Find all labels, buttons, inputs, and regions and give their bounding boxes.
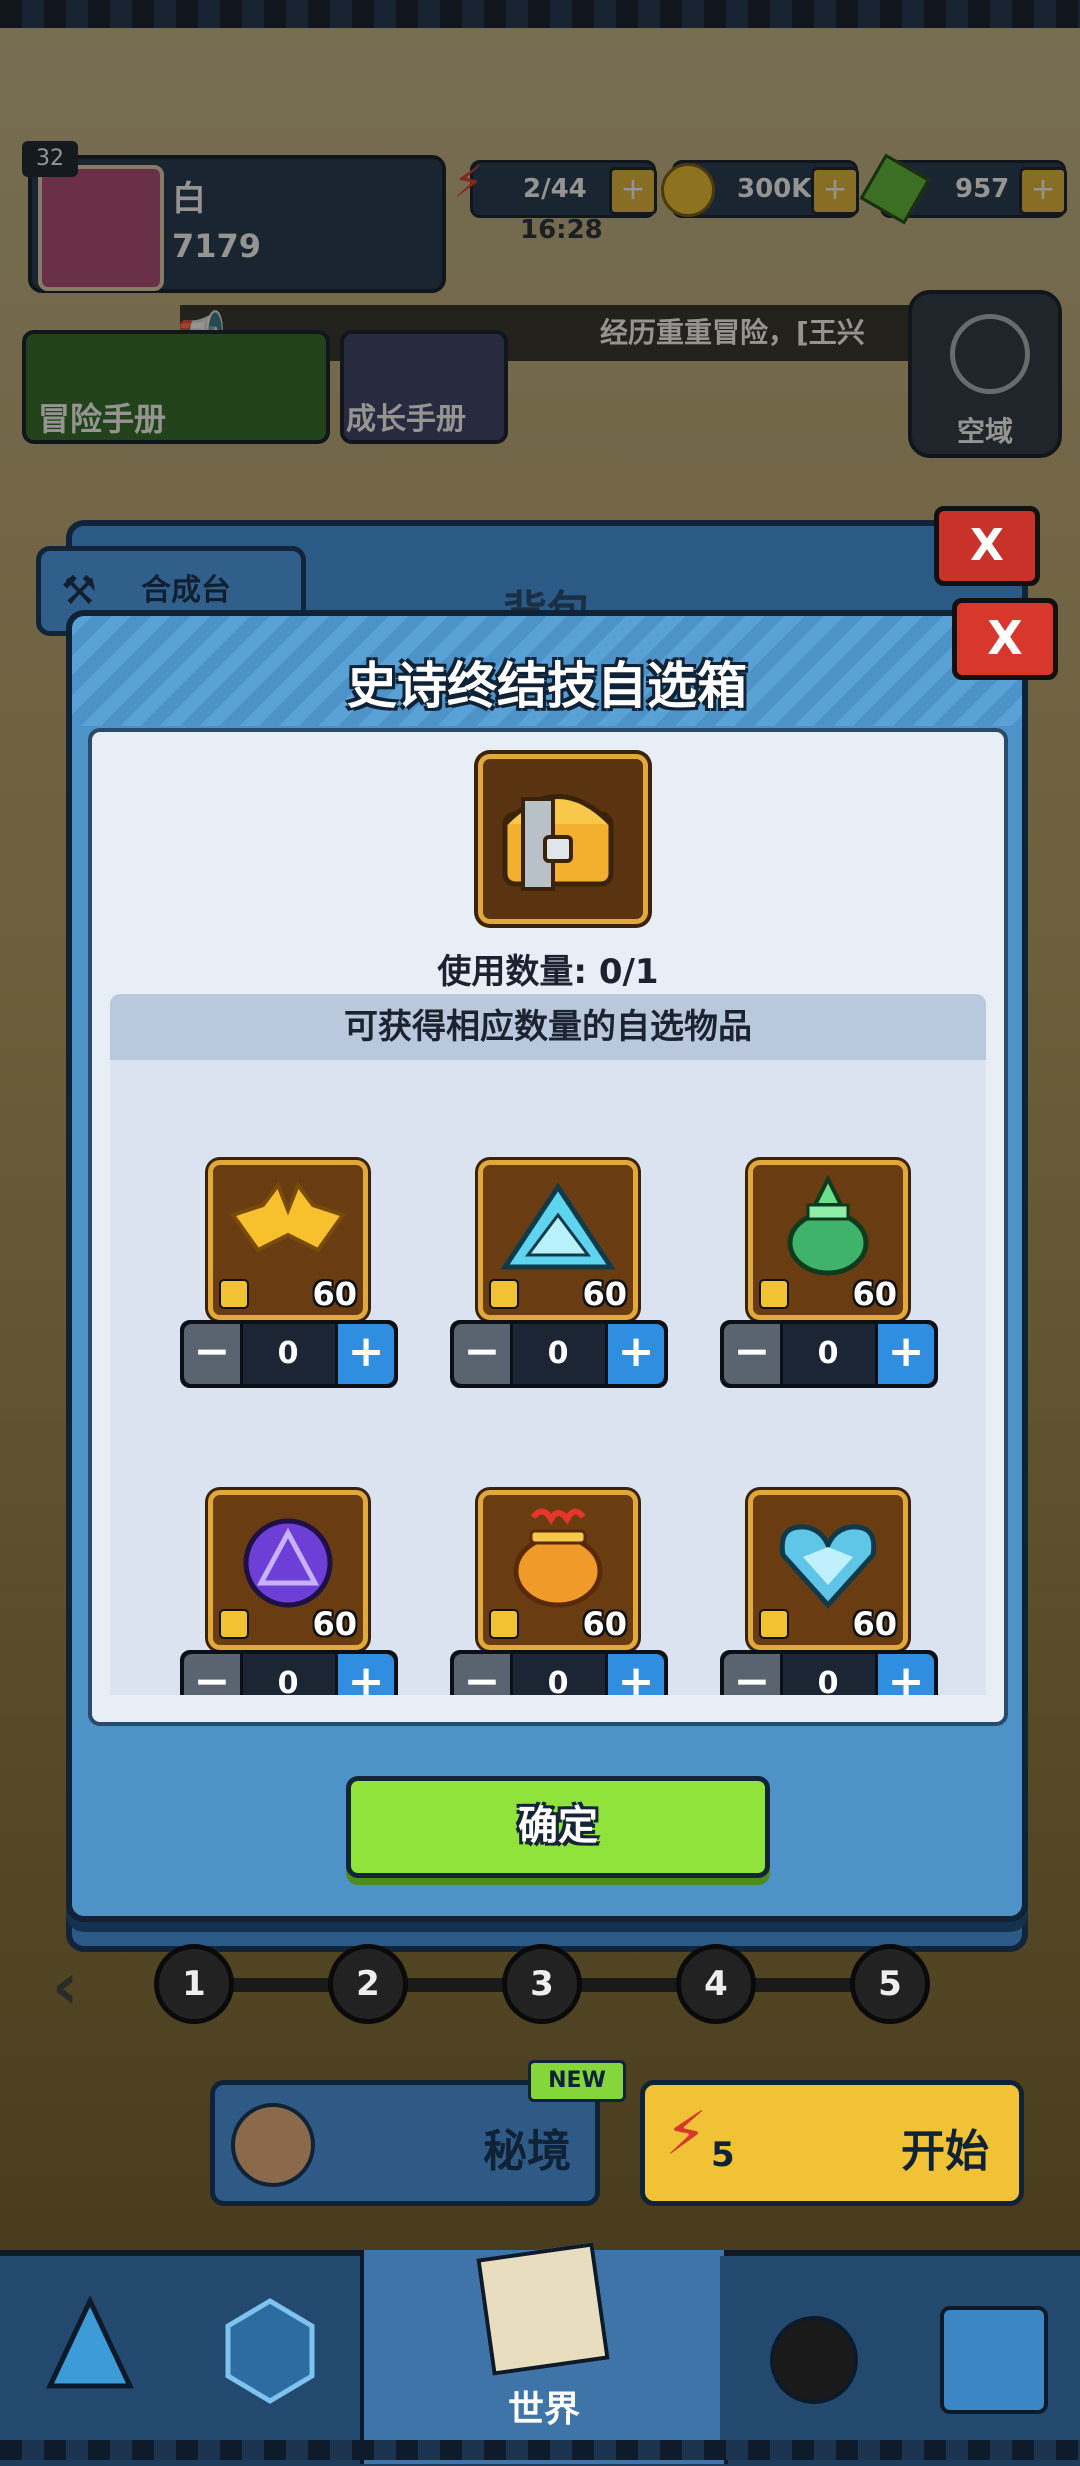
puzzle-piece-icon xyxy=(219,1609,249,1639)
selected-count: 0 xyxy=(277,1336,299,1371)
use-count-label: 使用数量: 0/1 xyxy=(437,952,659,992)
epic-skill-chest-dialog: 史诗终结技自选箱 X 使用数量: 0/1 可获得相应数量的自选物品 60 − 0… xyxy=(66,598,1058,1922)
bottom-navigation: 世界 xyxy=(0,2242,1080,2466)
selected-count: 0 xyxy=(547,1336,569,1371)
ice-triangle-amulet-icon[interactable]: 60 xyxy=(478,1160,638,1320)
dialog-close-button[interactable]: X xyxy=(952,598,1058,680)
item-selection-grid[interactable]: 60 − 0 + 60 − 0 + 60 − 0 + 60 − 0 + 60 −… xyxy=(110,1060,986,1695)
quantity-stepper: − 0 + xyxy=(450,1320,668,1388)
dialog-title: 史诗终结技自选箱 xyxy=(347,657,747,715)
nav-rune-tab[interactable] xyxy=(180,2256,364,2456)
new-badge: NEW xyxy=(528,2060,626,2102)
item-quantity: 60 xyxy=(852,1275,897,1313)
nav-world-tab[interactable]: 世界 xyxy=(360,2242,728,2464)
stage-2[interactable]: 2 xyxy=(328,1944,408,2024)
item-cell-5: 60 − 0 + xyxy=(450,1490,668,1695)
nav-world-label: 世界 xyxy=(507,2389,580,2430)
selected-count: 0 xyxy=(817,1336,839,1371)
item-cell-3: 60 − 0 + xyxy=(720,1160,938,1390)
dialog-content: 使用数量: 0/1 可获得相应数量的自选物品 60 − 0 + 60 − 0 +… xyxy=(88,728,1008,1726)
decrease-button[interactable]: − xyxy=(724,1654,783,1695)
increase-button[interactable]: + xyxy=(605,1324,664,1384)
chevron-left-icon[interactable]: ‹ xyxy=(52,1950,78,2024)
start-button[interactable]: ⚡ 5 开始 xyxy=(640,2080,1024,2206)
quantity-stepper: − 0 + xyxy=(720,1650,938,1695)
selected-count: 0 xyxy=(547,1666,569,1695)
quantity-stepper: − 0 + xyxy=(720,1320,938,1388)
stage-3[interactable]: 3 xyxy=(502,1944,582,2024)
ice-heart-pendant-icon[interactable]: 60 xyxy=(748,1490,908,1650)
treasure-chest-icon xyxy=(478,754,648,924)
dartboard-icon xyxy=(231,2103,315,2187)
item-quantity: 60 xyxy=(312,1275,357,1313)
quantity-stepper: − 0 + xyxy=(180,1320,398,1388)
increase-button[interactable]: + xyxy=(335,1654,394,1695)
puzzle-piece-icon xyxy=(759,1609,789,1639)
nav-crystal-tab[interactable] xyxy=(0,2256,184,2456)
bag-close-button[interactable]: X xyxy=(934,506,1040,586)
decrease-button[interactable]: − xyxy=(184,1324,243,1384)
secret-realm-label: 秘境 xyxy=(483,2126,571,2177)
start-label: 开始 xyxy=(901,2126,989,2177)
item-cell-2: 60 − 0 + xyxy=(450,1160,668,1390)
characters-icon xyxy=(770,2316,858,2404)
decrease-button[interactable]: − xyxy=(454,1654,513,1695)
item-quantity: 60 xyxy=(582,1275,627,1313)
selection-subheader: 可获得相应数量的自选物品 xyxy=(110,994,986,1060)
jade-lantern-icon[interactable]: 60 xyxy=(748,1160,908,1320)
increase-button[interactable]: + xyxy=(875,1324,934,1384)
stage-4[interactable]: 4 xyxy=(676,1944,756,2024)
nav-characters-tab[interactable] xyxy=(720,2256,904,2456)
item-cell-6: 60 − 0 + xyxy=(720,1490,938,1695)
bottom-border-strip xyxy=(0,2440,1080,2460)
item-cell-1: 60 − 0 + xyxy=(180,1160,398,1390)
puzzle-piece-icon xyxy=(489,1609,519,1639)
puzzle-piece-icon xyxy=(759,1279,789,1309)
increase-button[interactable]: + xyxy=(335,1324,394,1384)
increase-button[interactable]: + xyxy=(875,1654,934,1695)
decrease-button[interactable]: − xyxy=(454,1324,513,1384)
item-quantity: 60 xyxy=(852,1605,897,1643)
item-quantity: 60 xyxy=(312,1605,357,1643)
item-cell-4: 60 − 0 + xyxy=(180,1490,398,1695)
selected-count: 0 xyxy=(817,1666,839,1695)
selected-count: 0 xyxy=(277,1666,299,1695)
confirm-button[interactable]: 确定 xyxy=(346,1776,770,1878)
golden-bat-icon[interactable]: 60 xyxy=(208,1160,368,1320)
decrease-button[interactable]: − xyxy=(184,1654,243,1695)
decrease-button[interactable]: − xyxy=(724,1324,783,1384)
nav-base-tab[interactable] xyxy=(900,2256,1080,2456)
base-icon xyxy=(940,2306,1048,2414)
increase-button[interactable]: + xyxy=(605,1654,664,1695)
puzzle-piece-icon xyxy=(219,1279,249,1309)
fire-pot-icon[interactable]: 60 xyxy=(478,1490,638,1650)
world-map-icon xyxy=(476,2242,610,2376)
item-quantity: 60 xyxy=(582,1605,627,1643)
stage-5[interactable]: 5 xyxy=(850,1944,930,2024)
quantity-stepper: − 0 + xyxy=(450,1650,668,1695)
energy-icon: ⚡ xyxy=(665,2099,708,2169)
quantity-stepper: − 0 + xyxy=(180,1650,398,1695)
puzzle-piece-icon xyxy=(489,1279,519,1309)
stage-1[interactable]: 1 xyxy=(154,1944,234,2024)
purple-rune-orb-icon[interactable]: 60 xyxy=(208,1490,368,1650)
start-cost: 5 xyxy=(711,2135,735,2175)
